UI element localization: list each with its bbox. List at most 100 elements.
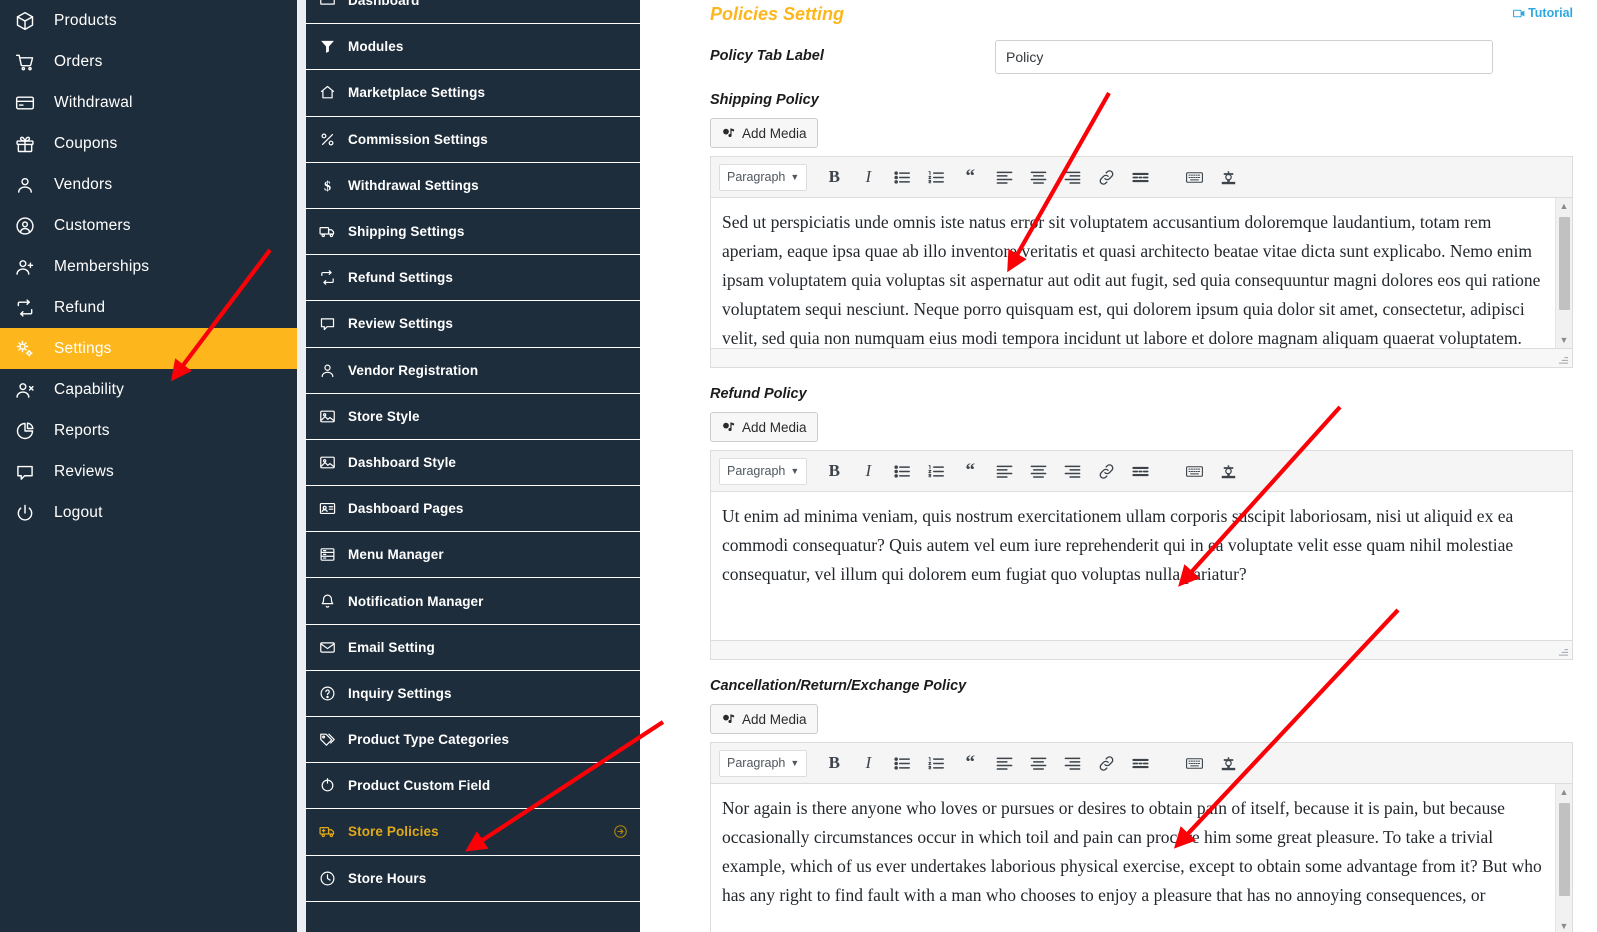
settings-sidebar-item-store-hours[interactable]: Store Hours (306, 856, 640, 902)
toolbar-bold-icon[interactable]: B (817, 748, 851, 778)
toolbar-bulleted-list-icon[interactable] (885, 456, 919, 486)
toolbar-blockquote-icon[interactable]: “ (953, 162, 987, 192)
scroll-down-arrow-icon[interactable]: ▼ (1556, 332, 1573, 348)
toolbar-insert-link-icon[interactable] (1089, 162, 1123, 192)
editor-body[interactable]: Ut enim ad minima veniam, quis nostrum e… (711, 492, 1572, 640)
toolbar-read-more-icon[interactable] (1123, 748, 1157, 778)
toolbar-numbered-list-icon[interactable] (919, 748, 953, 778)
editor-resize-handle[interactable] (1558, 353, 1569, 364)
dollar-icon: $ (318, 176, 336, 194)
arrow-circle-right-icon[interactable] (613, 824, 628, 839)
envelope-icon (318, 638, 336, 656)
settings-sidebar-item-notification-manager[interactable]: Notification Manager (306, 578, 640, 625)
settings-sidebar-item-label: Menu Manager (348, 547, 444, 563)
paragraph-format-select[interactable]: Paragraph ▼ (719, 749, 808, 777)
primary-sidebar-item-coupons[interactable]: Coupons (0, 123, 297, 164)
toolbar-read-more-icon[interactable] (1123, 162, 1157, 192)
toolbar-numbered-list-icon[interactable] (919, 456, 953, 486)
scroll-down-arrow-icon[interactable]: ▼ (1556, 918, 1573, 932)
toolbar-insert-link-icon[interactable] (1089, 456, 1123, 486)
tutorial-link[interactable]: Tutorial (1513, 4, 1573, 20)
toolbar-align-left-icon[interactable] (987, 456, 1021, 486)
scrollbar-thumb[interactable] (1558, 217, 1570, 310)
settings-sidebar-item-shipping-settings[interactable]: Shipping Settings (306, 209, 640, 256)
image-icon (318, 453, 336, 471)
add-media-button[interactable]: Add Media (710, 118, 818, 148)
toolbar-align-center-icon[interactable] (1021, 748, 1055, 778)
add-media-button[interactable]: Add Media (710, 704, 818, 734)
scroll-up-arrow-icon[interactable]: ▲ (1556, 198, 1573, 214)
settings-sidebar-item-withdrawal-settings[interactable]: $ Withdrawal Settings (306, 163, 640, 209)
user-x-icon (14, 379, 36, 401)
toolbar-keyboard-shortcuts-icon[interactable] (1177, 162, 1211, 192)
toolbar-italic-icon[interactable]: I (851, 748, 885, 778)
primary-sidebar-item-reviews[interactable]: Reviews (0, 451, 297, 492)
toolbar-keyboard-shortcuts-icon[interactable] (1177, 748, 1211, 778)
toolbar-keyboard-shortcuts-icon[interactable] (1177, 456, 1211, 486)
settings-sidebar-item-commission-settings[interactable]: Commission Settings (306, 117, 640, 163)
toolbar-bold-icon[interactable]: B (817, 456, 851, 486)
primary-sidebar-item-withdrawal[interactable]: Withdrawal (0, 82, 297, 123)
toolbar-align-right-icon[interactable] (1055, 162, 1089, 192)
settings-sidebar-item-menu-manager[interactable]: Menu Manager (306, 532, 640, 579)
editor-body[interactable]: Nor again is there anyone who loves or p… (711, 784, 1572, 932)
toolbar-bold-icon[interactable]: B (817, 162, 851, 192)
settings-sidebar-item-product-custom-field[interactable]: Product Custom Field (306, 763, 640, 810)
settings-sidebar-item-store-policies[interactable]: Store Policies (306, 809, 640, 856)
settings-sidebar-item-label: Store Style (348, 408, 420, 424)
paragraph-format-select[interactable]: Paragraph ▼ (719, 457, 808, 485)
page-title: Policies Setting (710, 4, 845, 24)
settings-sidebar-item-store-style[interactable]: Store Style (306, 394, 640, 440)
settings-sidebar-item-dashboard-pages[interactable]: Dashboard Pages (306, 486, 640, 533)
toolbar-blockquote-icon[interactable]: “ (953, 748, 987, 778)
editor-body[interactable]: Sed ut perspiciatis unde omnis iste natu… (711, 198, 1572, 348)
policy-tab-label-input[interactable] (995, 40, 1493, 74)
scrollbar-thumb[interactable] (1558, 803, 1570, 896)
primary-sidebar-item-customers[interactable]: Customers (0, 205, 297, 246)
settings-sidebar-item-product-type-categories[interactable]: Product Type Categories (306, 717, 640, 764)
toolbar-italic-icon[interactable]: I (851, 162, 885, 192)
settings-sidebar-item-vendor-registration[interactable]: Vendor Registration (306, 348, 640, 394)
toolbar-italic-icon[interactable]: I (851, 456, 885, 486)
settings-sidebar-item-refund-settings[interactable]: Refund Settings (306, 255, 640, 302)
settings-sidebar-item-marketplace-settings[interactable]: Marketplace Settings (306, 70, 640, 117)
settings-sidebar-item-email-setting[interactable]: Email Setting (306, 625, 640, 671)
toolbar-bulleted-list-icon[interactable] (885, 162, 919, 192)
toolbar-insert-link-icon[interactable] (1089, 748, 1123, 778)
settings-sidebar-item-dashboard[interactable]: Dashboard (306, 0, 640, 25)
editor-scrollbar[interactable]: ▲ ▼ (1555, 198, 1572, 348)
toolbar-distraction-free-icon[interactable] (1211, 162, 1245, 192)
settings-sidebar-item-review-settings[interactable]: Review Settings (306, 301, 640, 348)
editor-scrollbar[interactable]: ▲ ▼ (1555, 784, 1572, 932)
primary-sidebar-item-orders[interactable]: Orders (0, 41, 297, 82)
primary-sidebar-item-vendors[interactable]: Vendors (0, 164, 297, 205)
toolbar-align-left-icon[interactable] (987, 162, 1021, 192)
toolbar-distraction-free-icon[interactable] (1211, 456, 1245, 486)
scroll-up-arrow-icon[interactable]: ▲ (1556, 784, 1573, 800)
add-media-button[interactable]: Add Media (710, 412, 818, 442)
settings-sidebar-item-label: Shipping Settings (348, 224, 465, 240)
toolbar-align-left-icon[interactable] (987, 748, 1021, 778)
toolbar-align-right-icon[interactable] (1055, 748, 1089, 778)
home-icon (318, 84, 336, 102)
toolbar-align-center-icon[interactable] (1021, 456, 1055, 486)
primary-sidebar-item-reports[interactable]: Reports (0, 410, 297, 451)
toolbar-align-right-icon[interactable] (1055, 456, 1089, 486)
primary-sidebar-item-refund[interactable]: Refund (0, 287, 297, 328)
toolbar-distraction-free-icon[interactable] (1211, 748, 1245, 778)
toolbar-numbered-list-icon[interactable] (919, 162, 953, 192)
primary-sidebar-item-logout[interactable]: Logout (0, 492, 297, 533)
toolbar-blockquote-icon[interactable]: “ (953, 456, 987, 486)
primary-sidebar-item-settings[interactable]: Settings (0, 328, 297, 369)
settings-sidebar-item-dashboard-style[interactable]: Dashboard Style (306, 440, 640, 487)
editor-resize-handle[interactable] (1558, 645, 1569, 656)
settings-sidebar-item-modules[interactable]: Modules (306, 24, 640, 71)
primary-sidebar-item-memberships[interactable]: Memberships (0, 246, 297, 287)
paragraph-format-select[interactable]: Paragraph ▼ (719, 163, 808, 191)
settings-sidebar-item-inquiry-settings[interactable]: Inquiry Settings (306, 671, 640, 717)
primary-sidebar-item-products[interactable]: Products (0, 0, 297, 41)
toolbar-align-center-icon[interactable] (1021, 162, 1055, 192)
toolbar-read-more-icon[interactable] (1123, 456, 1157, 486)
toolbar-bulleted-list-icon[interactable] (885, 748, 919, 778)
primary-sidebar-item-capability[interactable]: Capability (0, 369, 297, 410)
